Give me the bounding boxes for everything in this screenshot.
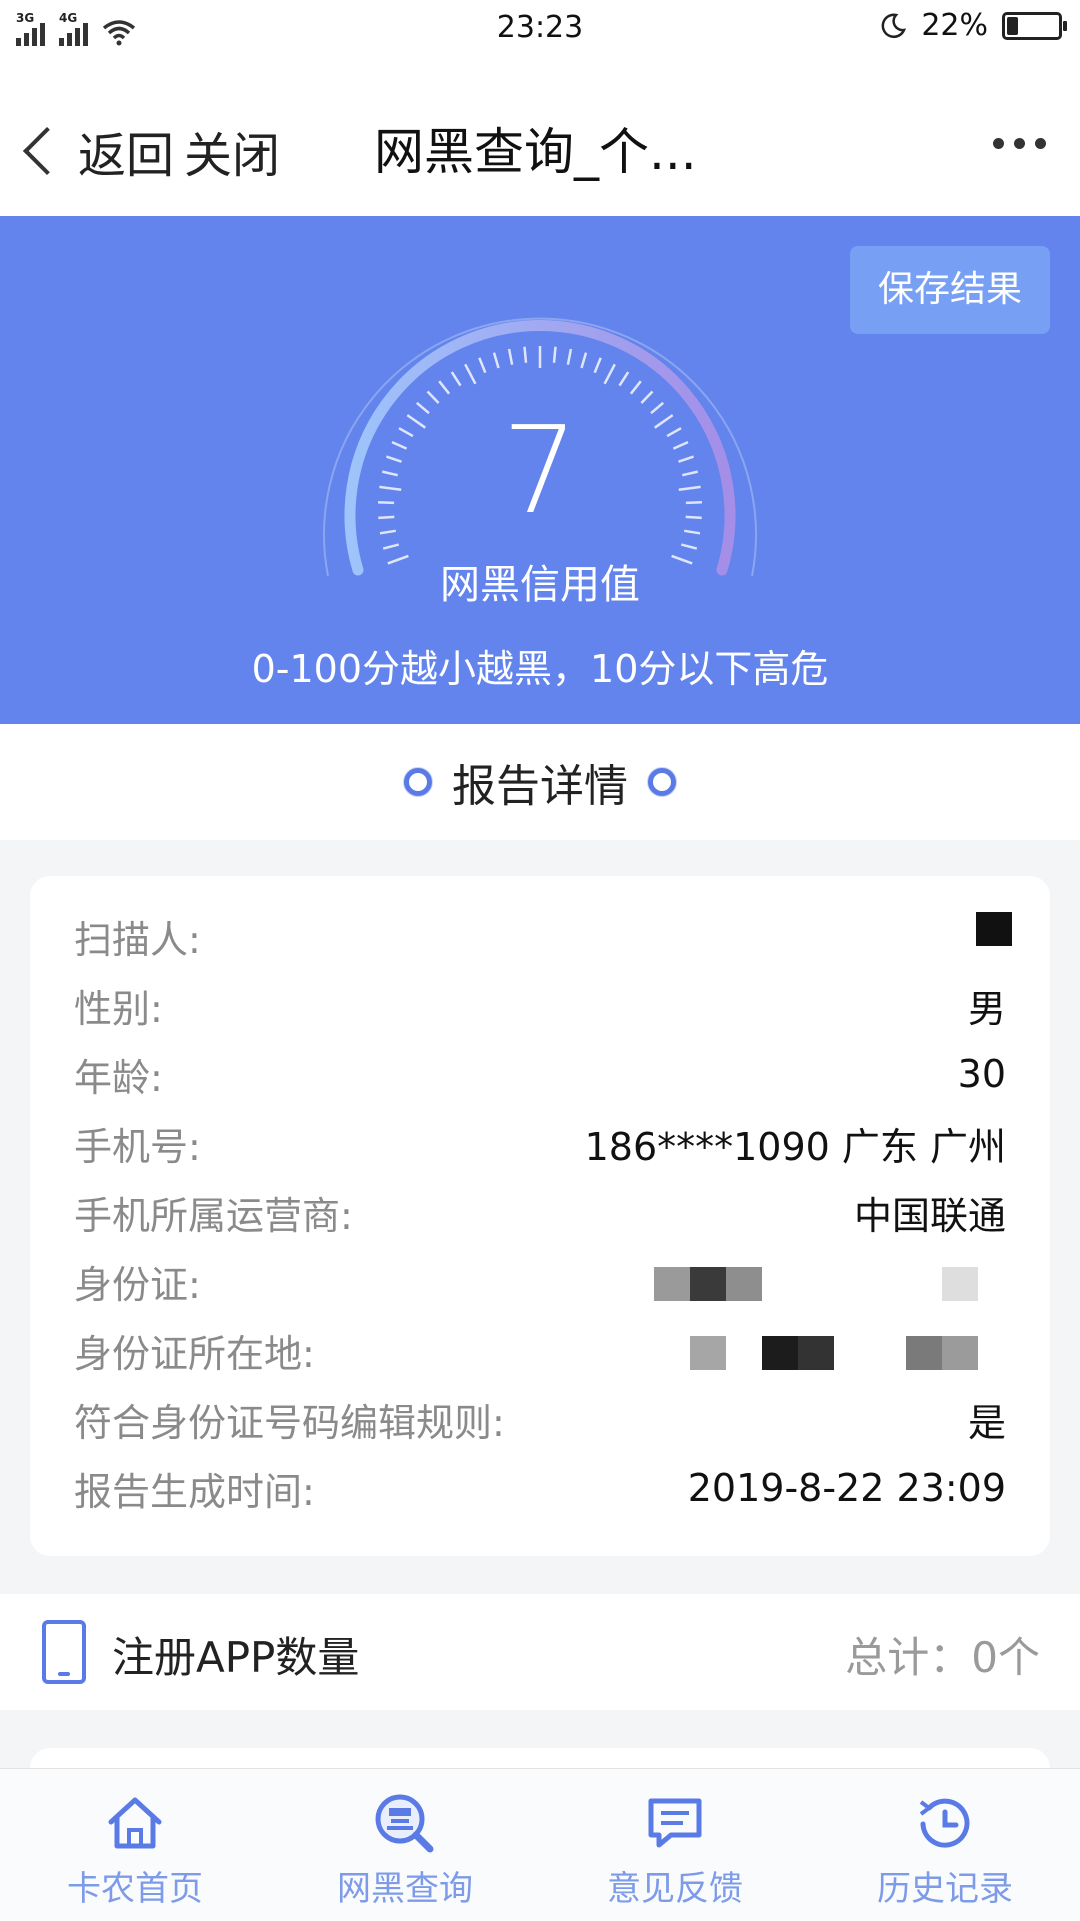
gauge-tick [629, 380, 642, 395]
row-value-redacted [976, 911, 1012, 958]
row-age: 年龄: 30 [74, 1044, 1006, 1104]
more-menu-icon[interactable] [993, 138, 1046, 149]
row-id-location: 身份证所在地: [74, 1320, 1006, 1380]
navigation-bar: 返回 关闭 网黑查询_个... [0, 58, 1080, 217]
gauge-tick [552, 346, 557, 363]
gauge-tick [580, 352, 588, 369]
back-label: 返回 [78, 128, 175, 184]
row-value: 是 [967, 1400, 1006, 1445]
score-hero: 保存结果 7 网黑信用值 0-100分越小越黑，10分以下高危 [0, 216, 1080, 724]
search-black-icon [375, 1794, 434, 1853]
row-value: 男 [967, 986, 1006, 1031]
gauge-tick [492, 352, 500, 369]
registered-app-count-row[interactable]: 注册APP数量 总计：0个 [0, 1594, 1080, 1710]
gauge-tick [382, 543, 400, 550]
gauge-tick [478, 357, 487, 374]
row-label: 年龄: [74, 1055, 163, 1100]
back-button[interactable]: 返回 [22, 116, 174, 186]
gauge-tick [603, 363, 616, 385]
ring-icon [648, 768, 676, 796]
battery-icon [1002, 11, 1067, 40]
tab-label: 意见反馈 [607, 1869, 743, 1909]
report-details-header: 报告详情 [0, 724, 1080, 840]
tab-home[interactable]: 卡农首页 [0, 1769, 270, 1921]
gauge-tick [507, 348, 514, 365]
row-id-valid: 符合身份证号码编辑规则: 是 [74, 1389, 1006, 1449]
row-value: 中国联通 [853, 1193, 1006, 1238]
status-bar: 3G 4G 23:23 22% [0, 0, 1080, 58]
app-count-label: 注册APP数量 [112, 1633, 360, 1682]
row-value: 186****1090 广东 广州 [584, 1124, 1006, 1169]
row-phone: 手机号: 186****1090 广东 广州 [74, 1113, 1006, 1173]
score-explanation: 0-100分越小越黑，10分以下高危 [251, 647, 829, 691]
row-scanner: 扫描人: [74, 906, 1012, 966]
row-value: 30 [957, 1052, 1006, 1096]
tab-feedback[interactable]: 意见反馈 [540, 1769, 810, 1921]
row-id-card: 身份证: [74, 1251, 1006, 1311]
moon-icon [881, 13, 907, 38]
credit-score-label: 网黑信用值 [440, 562, 640, 608]
row-label: 扫描人: [74, 917, 201, 962]
row-value-redacted [690, 1328, 1006, 1372]
gauge-tick [464, 363, 477, 385]
row-label: 身份证所在地: [74, 1331, 315, 1376]
gauge-tick [566, 348, 573, 365]
row-label: 报告生成时间: [74, 1469, 315, 1514]
gauge-tick [523, 346, 528, 363]
row-label: 身份证: [74, 1262, 201, 1307]
row-label: 符合身份证号码编辑规则: [74, 1400, 505, 1445]
row-carrier: 手机所属运营商: 中国联通 [74, 1182, 1006, 1242]
credit-score-value: 7 [501, 402, 579, 541]
save-result-button[interactable]: 保存结果 [850, 246, 1050, 334]
row-label: 手机所属运营商: [74, 1193, 353, 1238]
page-title: 网黑查询_个... [374, 123, 697, 181]
row-label: 性别: [74, 986, 163, 1031]
gauge-tick [640, 390, 654, 404]
gauge-tick [426, 390, 440, 404]
bottom-tab-bar: 卡农首页 网黑查询 意见反馈 历史记录 [0, 1768, 1080, 1921]
phone-icon [42, 1620, 86, 1684]
chevron-left-icon [22, 126, 72, 176]
tab-blacklist-query[interactable]: 网黑查询 [270, 1769, 540, 1921]
ring-icon [404, 768, 432, 796]
tab-history[interactable]: 历史记录 [810, 1769, 1080, 1921]
gauge-tick [618, 371, 630, 387]
gauge-tick [438, 380, 451, 395]
row-label: 手机号: [74, 1124, 201, 1169]
row-gender: 性别: 男 [74, 975, 1006, 1035]
battery-percent: 22% [921, 8, 988, 43]
row-report-time: 报告生成时间: 2019-8-22 23:09 [74, 1458, 1006, 1518]
report-card: 扫描人: 性别: 男 年龄: 30 手机号: 186****1090 广东 广州… [30, 876, 1050, 1556]
gauge-tick [680, 543, 698, 550]
home-icon [108, 1797, 162, 1849]
app-count-total: 总计：0个 [845, 1633, 1040, 1682]
tab-label: 网黑查询 [337, 1869, 473, 1909]
gauge-tick [450, 371, 462, 387]
row-value-redacted [654, 1259, 1006, 1303]
gauge-tick [593, 357, 602, 374]
tab-label: 卡农首页 [67, 1869, 203, 1909]
row-value: 2019-8-22 23:09 [687, 1466, 1006, 1510]
tab-label: 历史记录 [877, 1869, 1013, 1909]
history-icon [919, 1798, 970, 1848]
feedback-icon [648, 1798, 702, 1848]
section-title: 报告详情 [452, 761, 628, 812]
close-button[interactable]: 关闭 [184, 116, 280, 186]
